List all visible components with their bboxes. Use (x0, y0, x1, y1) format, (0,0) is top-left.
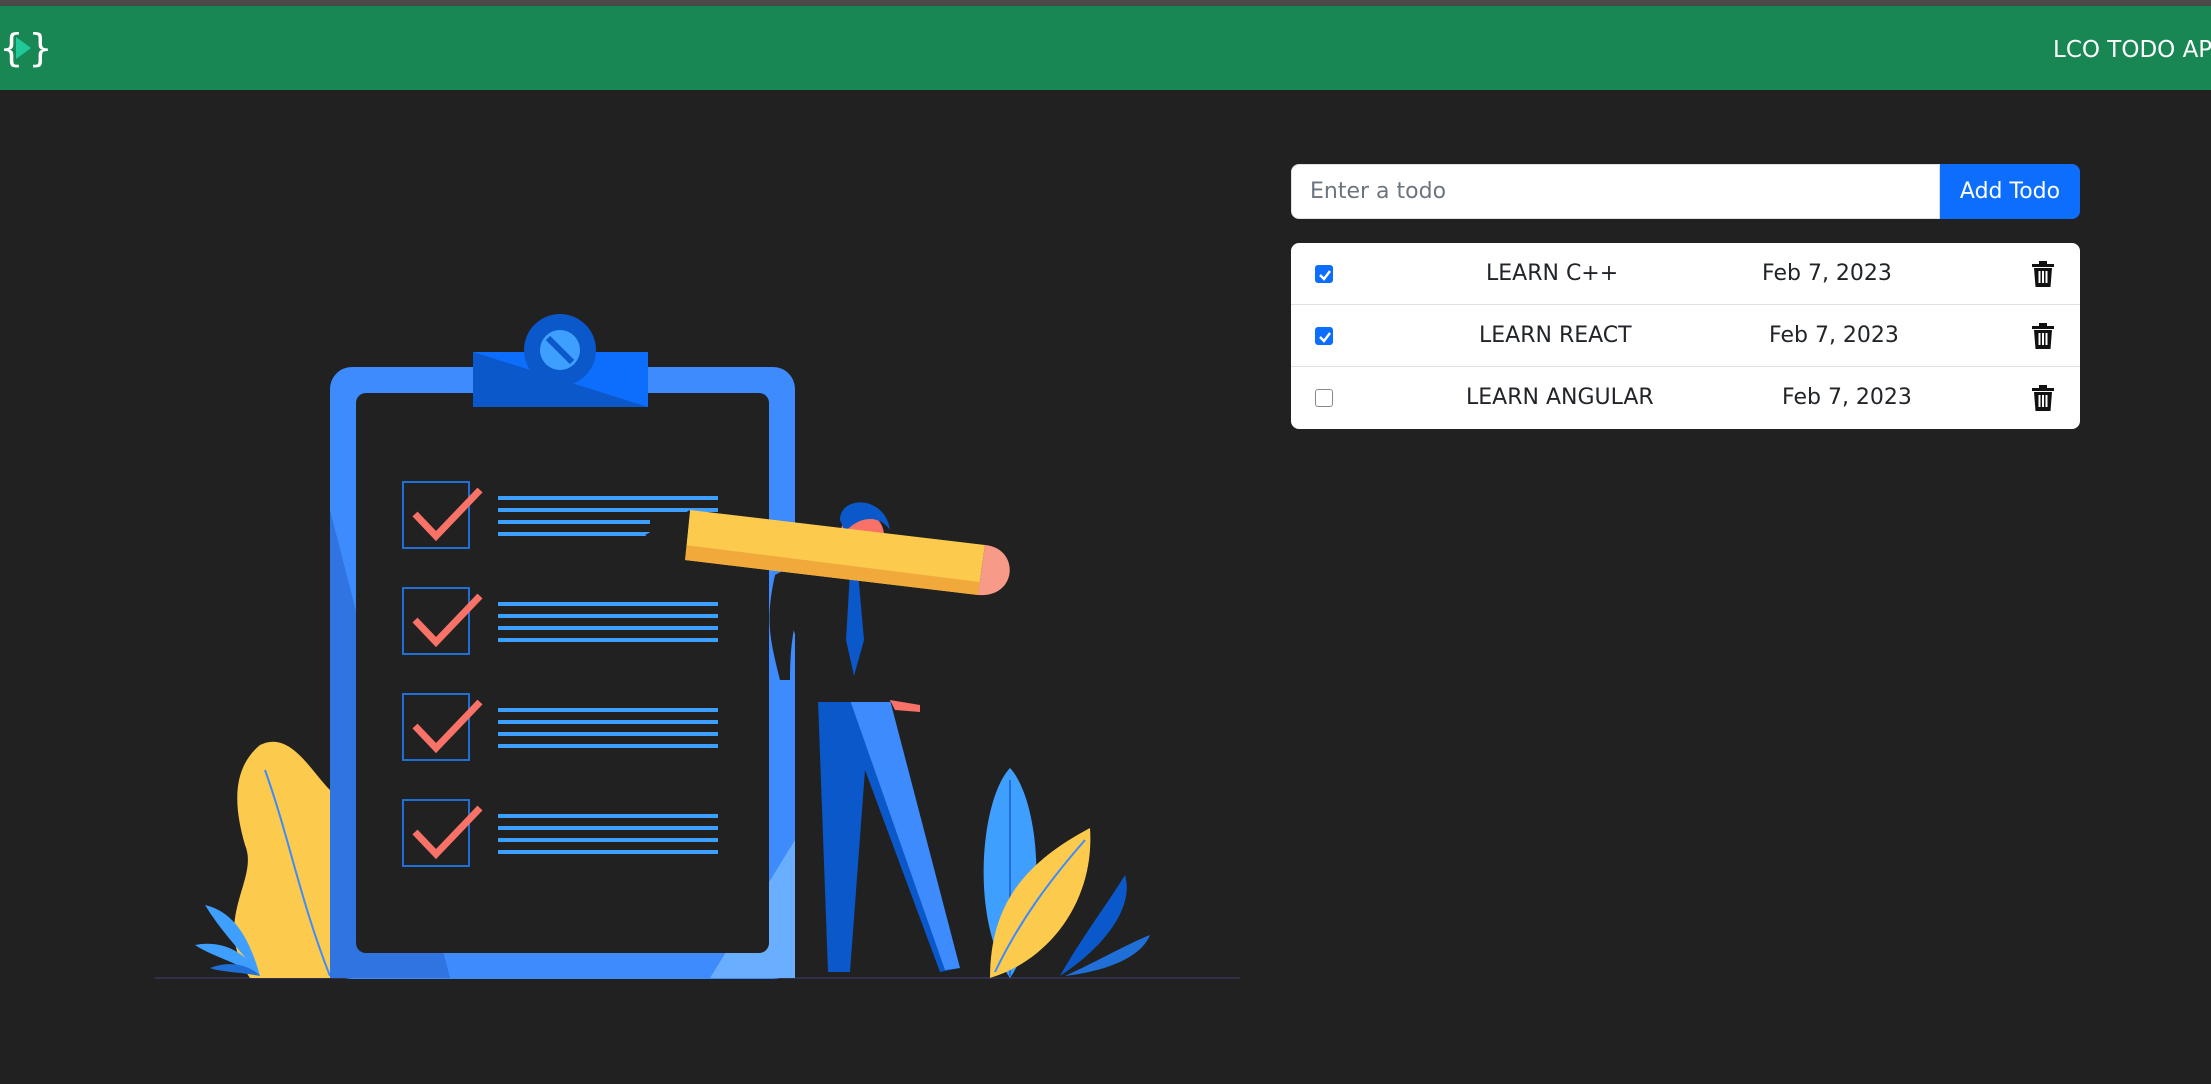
navbar: { } LCO TODO APP (0, 6, 2211, 90)
todo-date: Feb 7, 2023 (1762, 261, 1892, 286)
todo-checkbox[interactable] (1315, 265, 1333, 283)
add-todo-form: Add Todo (1291, 164, 2080, 219)
todo-date: Feb 7, 2023 (1782, 385, 1912, 410)
add-todo-button[interactable]: Add Todo (1940, 164, 2080, 219)
todo-input[interactable] (1291, 164, 1940, 219)
code-braces-play-icon[interactable]: { } (0, 24, 48, 72)
todo-item: LEARN REACT Feb 7, 2023 (1291, 305, 2080, 367)
trash-icon[interactable] (2031, 323, 2055, 349)
todo-title: LEARN REACT (1479, 323, 1632, 348)
todo-list: LEARN C++ Feb 7, 2023 LEARN REACT Feb 7,… (1291, 243, 2080, 429)
check-icon (1319, 270, 1331, 281)
todo-date: Feb 7, 2023 (1769, 323, 1899, 348)
todo-title: LEARN ANGULAR (1466, 385, 1654, 410)
check-icon (1319, 332, 1331, 343)
todo-title: LEARN C++ (1486, 261, 1619, 286)
todo-item: LEARN ANGULAR Feb 7, 2023 (1291, 367, 2080, 429)
clipboard-checklist-illustration (155, 314, 1240, 979)
trash-icon[interactable] (2031, 385, 2055, 411)
todo-checkbox[interactable] (1315, 327, 1333, 345)
brand-title[interactable]: LCO TODO APP (2053, 6, 2211, 90)
todo-item: LEARN C++ Feb 7, 2023 (1291, 243, 2080, 305)
todo-checkbox[interactable] (1315, 389, 1333, 407)
trash-icon[interactable] (2031, 261, 2055, 287)
svg-text:}: } (29, 26, 48, 70)
